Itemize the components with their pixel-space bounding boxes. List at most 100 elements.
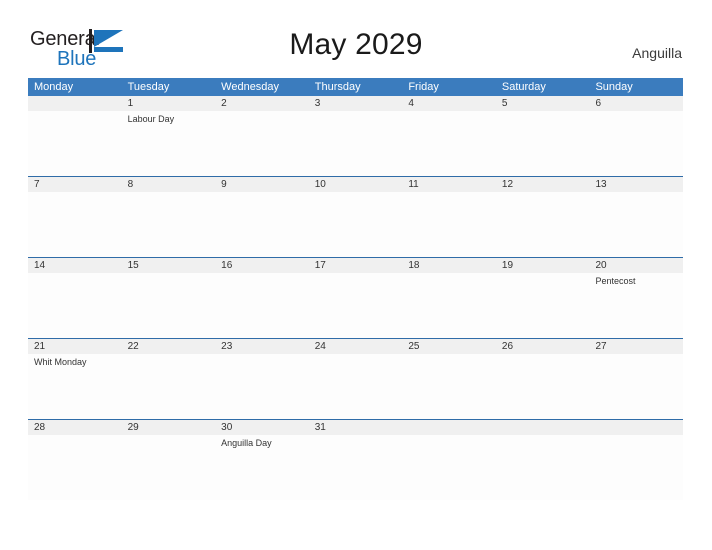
day-cell[interactable]: [402, 354, 496, 419]
day-number[interactable]: 21: [28, 339, 122, 354]
day-number[interactable]: 5: [496, 96, 590, 111]
weekday-header-row: Monday Tuesday Wednesday Thursday Friday…: [28, 78, 683, 96]
day-number[interactable]: 14: [28, 258, 122, 273]
day-number[interactable]: 18: [402, 258, 496, 273]
day-cell[interactable]: [309, 354, 403, 419]
day-number[interactable]: 15: [122, 258, 216, 273]
region-label: Anguilla: [632, 45, 682, 61]
week-date-strip: 123456: [28, 96, 683, 111]
day-number[interactable]: 9: [215, 177, 309, 192]
day-number[interactable]: 28: [28, 420, 122, 435]
week-date-strip: 21 22 23 24 25 26 27: [28, 339, 683, 354]
day-number[interactable]: 8: [122, 177, 216, 192]
page-title: May 2029: [289, 28, 423, 61]
day-cell[interactable]: [496, 354, 590, 419]
day-cell[interactable]: [215, 354, 309, 419]
day-cell[interactable]: [402, 273, 496, 338]
week-event-strip: [28, 192, 683, 257]
day-cell[interactable]: [309, 273, 403, 338]
calendar-week-row: 21 22 23 24 25 26 27 Whit Monday: [28, 338, 683, 419]
day-cell[interactable]: [28, 435, 122, 500]
week-event-strip: Anguilla Day: [28, 435, 683, 500]
calendar-week-row: 7 8 9 10 11 12 13: [28, 176, 683, 257]
day-cell[interactable]: [122, 435, 216, 500]
day-cell[interactable]: [589, 435, 683, 500]
day-cell[interactable]: [589, 354, 683, 419]
day-number[interactable]: 22: [122, 339, 216, 354]
week-event-strip: Whit Monday: [28, 354, 683, 419]
day-cell[interactable]: [496, 192, 590, 257]
day-cell[interactable]: [589, 111, 683, 176]
day-cell[interactable]: [402, 111, 496, 176]
day-number[interactable]: 23: [215, 339, 309, 354]
day-number[interactable]: 19: [496, 258, 590, 273]
week-event-strip: Pentecost: [28, 273, 683, 338]
day-number[interactable]: 11: [402, 177, 496, 192]
day-cell[interactable]: [309, 111, 403, 176]
day-number[interactable]: 6: [589, 96, 683, 111]
day-number[interactable]: 17: [309, 258, 403, 273]
day-cell[interactable]: [28, 111, 122, 176]
day-number[interactable]: 7: [28, 177, 122, 192]
day-cell[interactable]: Labour Day: [122, 111, 216, 176]
day-number[interactable]: 16: [215, 258, 309, 273]
day-number[interactable]: 12: [496, 177, 590, 192]
day-number[interactable]: 13: [589, 177, 683, 192]
page-header: General Blue May 2029 Anguilla: [0, 0, 712, 78]
day-cell[interactable]: [309, 192, 403, 257]
day-number[interactable]: 2: [215, 96, 309, 111]
day-number[interactable]: [28, 96, 122, 111]
week-date-strip: 28 29 30 31: [28, 420, 683, 435]
weekday-header-wednesday: Wednesday: [221, 81, 280, 93]
day-number[interactable]: 26: [496, 339, 590, 354]
day-cell[interactable]: [402, 435, 496, 500]
day-cell[interactable]: [28, 273, 122, 338]
day-cell[interactable]: [28, 192, 122, 257]
weekday-header-sunday: Sunday: [595, 81, 633, 93]
day-cell[interactable]: [215, 273, 309, 338]
day-cell[interactable]: [496, 111, 590, 176]
day-number[interactable]: 24: [309, 339, 403, 354]
day-number[interactable]: 20: [589, 258, 683, 273]
day-cell[interactable]: [122, 354, 216, 419]
weekday-header-friday: Friday: [408, 81, 439, 93]
holiday-label: Whit Monday: [34, 357, 87, 367]
day-cell[interactable]: [496, 435, 590, 500]
day-number[interactable]: 4: [402, 96, 496, 111]
day-cell[interactable]: [215, 111, 309, 176]
calendar-week-row: 28 29 30 31 Anguilla Day: [28, 419, 683, 500]
calendar-week-row: 1 2 3 4 5 6 Labour Day: [28, 96, 683, 176]
day-cell[interactable]: Whit Monday: [28, 354, 122, 419]
day-number[interactable]: 29: [122, 420, 216, 435]
day-number[interactable]: 25: [402, 339, 496, 354]
week-date-strip: 7 8 9 10 11 12 13: [28, 177, 683, 192]
week-event-strip: Labour Day: [28, 111, 683, 176]
day-number[interactable]: [402, 420, 496, 435]
day-number[interactable]: [589, 420, 683, 435]
weekday-header-tuesday: Tuesday: [127, 81, 170, 93]
holiday-label: Anguilla Day: [221, 438, 272, 448]
day-number[interactable]: 27: [589, 339, 683, 354]
day-cell[interactable]: [215, 192, 309, 257]
day-cell[interactable]: Pentecost: [589, 273, 683, 338]
day-number[interactable]: 10: [309, 177, 403, 192]
holiday-label: Pentecost: [595, 276, 636, 286]
day-number[interactable]: 30: [215, 420, 309, 435]
day-cell[interactable]: [402, 192, 496, 257]
day-number[interactable]: 31: [309, 420, 403, 435]
calendar-grid: Monday Tuesday Wednesday Thursday Friday…: [28, 78, 683, 500]
calendar-week-row: 14 15 16 17 18 19 20 Pentecost: [28, 257, 683, 338]
day-number[interactable]: 1: [122, 96, 216, 111]
weekday-header-thursday: Thursday: [314, 81, 361, 93]
day-cell[interactable]: [496, 273, 590, 338]
day-cell[interactable]: [122, 192, 216, 257]
weekday-header-monday: Monday: [34, 81, 74, 93]
day-cell[interactable]: [589, 192, 683, 257]
day-cell[interactable]: Anguilla Day: [215, 435, 309, 500]
week-date-strip: 14 15 16 17 18 19 20: [28, 258, 683, 273]
day-cell[interactable]: [122, 273, 216, 338]
holiday-label: Labour Day: [127, 114, 175, 124]
day-number[interactable]: [496, 420, 590, 435]
day-cell[interactable]: [309, 435, 403, 500]
day-number[interactable]: 3: [309, 96, 403, 111]
